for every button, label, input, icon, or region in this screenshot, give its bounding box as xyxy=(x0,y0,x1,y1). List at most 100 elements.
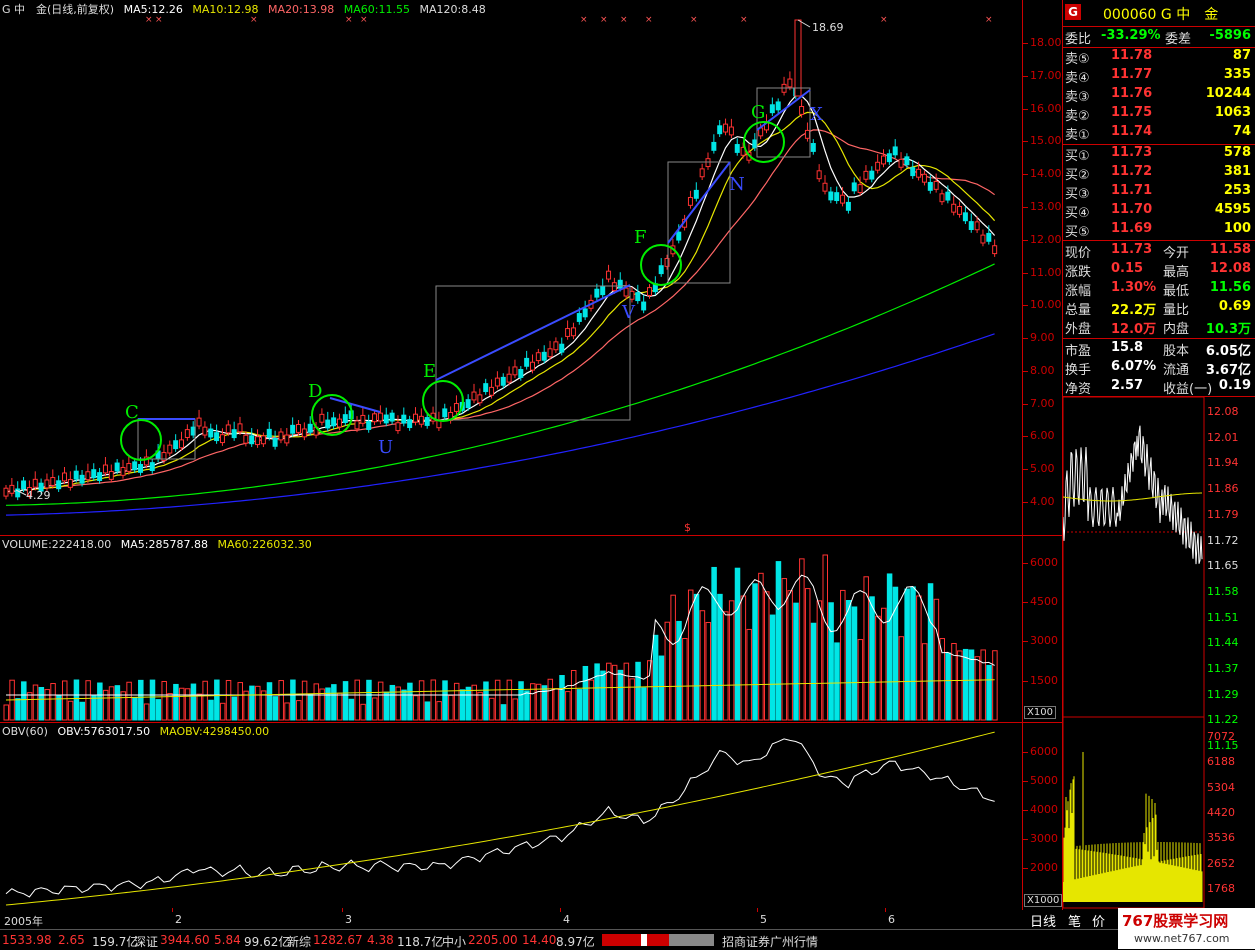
price-tick-mark xyxy=(1022,272,1028,274)
x-axis-month-label: 5 xyxy=(760,913,767,926)
minute-price-tick: 12.08 xyxy=(1207,405,1239,418)
volume-bar xyxy=(453,682,460,721)
candle-body xyxy=(927,181,933,191)
ask-level-price: 11.76 xyxy=(1111,86,1153,101)
index-zx-change: 14.40 xyxy=(522,933,557,947)
index-xz-value: 1282.67 xyxy=(313,933,363,947)
volume-tick-label: 3000 xyxy=(1030,634,1058,648)
candle-body xyxy=(372,413,378,423)
candle-body xyxy=(869,170,875,180)
stat-label: 现价 xyxy=(1065,246,1092,261)
candle-body xyxy=(647,287,652,296)
event-cross-marker: × xyxy=(600,15,608,25)
tab-1[interactable]: 笔 xyxy=(1068,911,1081,930)
tab-0[interactable]: 日线 xyxy=(1030,911,1056,930)
candle-body xyxy=(904,156,910,166)
x-axis-month-label: 4 xyxy=(563,913,570,926)
stat-label: 涨跌 xyxy=(1065,265,1092,280)
stat-label: 量比 xyxy=(1163,303,1190,318)
watermark-title: 767股票学习网 xyxy=(1122,912,1229,930)
event-cross-marker: × xyxy=(580,15,588,25)
candle-body xyxy=(535,352,541,362)
candle-body xyxy=(214,432,220,442)
candle-body xyxy=(424,417,430,426)
candle-body xyxy=(413,413,418,423)
pattern-label: E xyxy=(423,361,436,382)
ask-level-price: 11.74 xyxy=(1111,124,1153,139)
candle-body xyxy=(582,308,588,318)
fundamental-row: 净资 2.57 收益(一) 0.19 xyxy=(1065,378,1253,397)
stat-label: 内盘 xyxy=(1163,322,1190,337)
candle-body xyxy=(278,431,284,441)
volume-bar xyxy=(927,583,934,721)
volume-bar xyxy=(138,679,144,721)
candle-body xyxy=(699,168,705,178)
candle-body xyxy=(968,221,974,230)
candle-body xyxy=(910,167,916,177)
candle-body xyxy=(886,153,892,163)
event-cross-marker: × xyxy=(620,15,628,25)
minute-volume-tick: 5304 xyxy=(1207,780,1235,794)
volume-bar xyxy=(190,683,197,721)
minute-price-line xyxy=(1063,425,1203,565)
candle-body xyxy=(921,173,927,183)
volume-bar xyxy=(933,598,940,721)
volume-bar xyxy=(758,572,764,721)
volume-bar xyxy=(594,663,600,721)
volume-bar xyxy=(91,695,97,721)
candle-body xyxy=(494,377,500,387)
volume-bar xyxy=(576,689,583,721)
volume-bar xyxy=(26,692,33,721)
bid-level-label: 买⑤ xyxy=(1065,225,1090,240)
fundamental-row: 市盈 15.8 股本 6.05亿 xyxy=(1065,340,1253,359)
candle-body xyxy=(377,412,383,422)
volume-bar xyxy=(559,675,565,721)
volume-bar xyxy=(828,602,834,721)
stat-value: 0.15 xyxy=(1111,261,1144,276)
candle-body xyxy=(231,429,237,439)
volume-bar xyxy=(881,607,887,721)
volume-bar xyxy=(407,682,413,721)
candlestick-chart[interactable]: CDEFGUVXN18.694.29$× × × × × × × × × × × × × xyxy=(0,0,1062,910)
minute-price-tick: 11.58 xyxy=(1207,584,1239,598)
volume-bar xyxy=(284,702,290,721)
fundamental-row: 换手 6.07% 流通 3.67亿 xyxy=(1065,359,1253,378)
bid-level-volume: 100 xyxy=(1223,221,1251,236)
volume-bar xyxy=(489,697,495,721)
volume-bar xyxy=(173,683,179,721)
candle-body xyxy=(62,472,67,482)
stat-value: 12.08 xyxy=(1209,261,1251,276)
price-tick-label: 18.00 xyxy=(1030,36,1062,49)
stat-value: 0.69 xyxy=(1218,299,1251,314)
candle-body xyxy=(816,170,822,180)
volume-bar xyxy=(506,679,513,721)
index-sh-value: 1533.98 xyxy=(2,933,52,947)
tab-2[interactable]: 价 xyxy=(1092,911,1105,930)
ask-level: 卖④ 11.77 335 xyxy=(1065,67,1253,86)
candle-body xyxy=(810,143,816,152)
event-cross-marker: × xyxy=(645,15,653,25)
volume-bar xyxy=(290,679,296,721)
volume-bar xyxy=(255,685,261,721)
volume-bar xyxy=(810,622,817,721)
price-tick-label: 11.00 xyxy=(1030,265,1062,279)
index-zx-amount: 8.97亿 xyxy=(556,935,595,949)
volume-tick-mark xyxy=(1022,680,1028,682)
minute-price-tick: 11.86 xyxy=(1207,482,1239,496)
volume-bar xyxy=(723,611,729,721)
candle-body xyxy=(951,203,957,213)
volume-bar xyxy=(120,691,126,721)
trend-line xyxy=(329,397,381,413)
pattern-label: U xyxy=(378,437,393,458)
ask-level-volume: 335 xyxy=(1223,67,1251,82)
volume-bar xyxy=(278,680,284,721)
stat-label: 今开 xyxy=(1163,246,1190,261)
pattern-label: N xyxy=(729,174,745,195)
index-xz-change: 4.38 xyxy=(367,933,394,947)
stat-label: 涨幅 xyxy=(1065,284,1092,299)
candle-body xyxy=(635,292,641,302)
candle-body xyxy=(32,478,38,488)
volume-bar xyxy=(38,687,45,721)
price-tick-label: 16.00 xyxy=(1030,101,1062,115)
intraday-minute-chart[interactable] xyxy=(1063,397,1205,909)
